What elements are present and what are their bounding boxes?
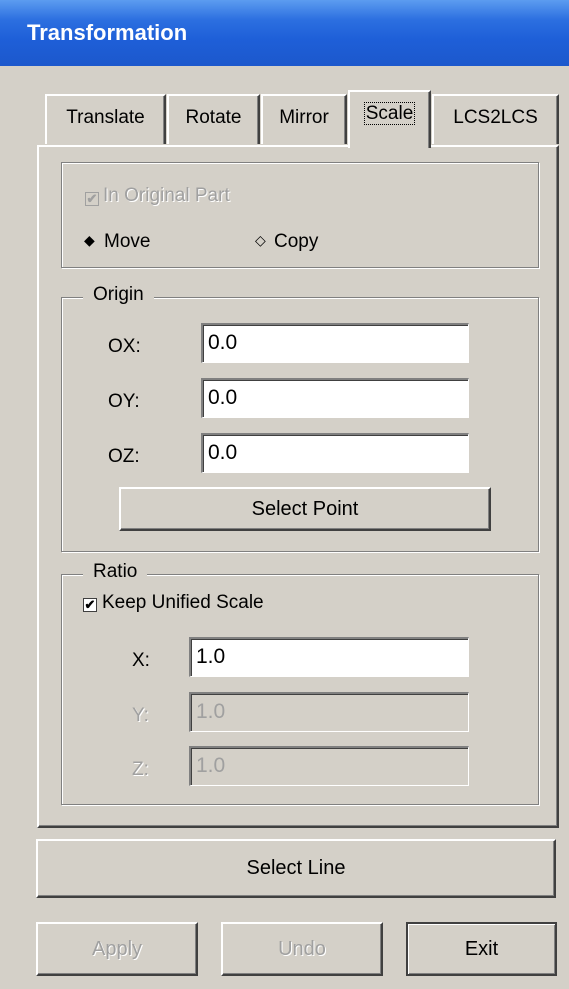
oz-field[interactable]: 0.0 [201,433,469,473]
window-title: Transformation [27,20,188,45]
y-label: Y: [132,705,149,726]
tab-scale[interactable]: Scale [348,90,431,148]
tab-translate[interactable]: Translate [45,94,166,144]
tab-label: Rotate [185,107,242,128]
ox-field[interactable]: 0.0 [201,323,469,363]
keep-unified-scale-checkbox[interactable]: ✔ [83,598,97,612]
tab-lcs2lcs[interactable]: LCS2LCS [432,94,559,144]
keep-unified-scale-label: Keep Unified Scale [102,592,264,613]
tab-label: LCS2LCS [453,107,538,128]
in-original-part-checkbox[interactable]: ✔ [85,192,99,206]
tab-rotate[interactable]: Rotate [167,94,260,144]
oz-label: OZ: [108,446,140,467]
z-label: Z: [132,759,149,780]
copy-radio[interactable]: ◇ [255,232,266,249]
origin-legend: Origin [83,284,154,306]
origin-group: Origin OX: 0.0 OY: 0.0 OZ: 0.0 Select Po… [61,284,539,552]
oy-label: OY: [108,391,140,412]
move-label: Move [104,231,151,252]
copy-label: Copy [274,231,319,252]
tab-label: Scale [363,102,416,125]
ox-label: OX: [108,336,141,357]
select-point-button[interactable]: Select Point [119,487,491,531]
title-bar[interactable]: Transformation [0,0,569,66]
move-radio[interactable]: ◆ [84,232,95,249]
y-field[interactable]: 1.0 [189,692,469,732]
tab-mirror[interactable]: Mirror [261,94,347,144]
scale-tab-panel: ✔ In Original Part ◆ Move ◇ Copy Origin … [37,145,559,828]
x-label: X: [132,650,150,671]
ratio-legend: Ratio [83,561,148,583]
transformation-window: Transformation Translate Rotate Mirror S… [0,0,569,989]
x-field[interactable]: 1.0 [189,637,469,677]
z-field[interactable]: 1.0 [189,746,469,786]
apply-button[interactable]: Apply [36,922,198,976]
tab-label: Translate [66,107,145,128]
ratio-group: Ratio ✔ Keep Unified Scale X: 1.0 Y: 1.0… [61,561,539,805]
mode-group: ✔ In Original Part ◆ Move ◇ Copy [61,162,539,268]
in-original-part-label: In Original Part [103,185,230,206]
oy-field[interactable]: 0.0 [201,378,469,418]
tab-label: Mirror [279,107,329,128]
select-line-button[interactable]: Select Line [36,839,556,898]
exit-button[interactable]: Exit [406,922,557,976]
undo-button[interactable]: Undo [221,922,383,976]
